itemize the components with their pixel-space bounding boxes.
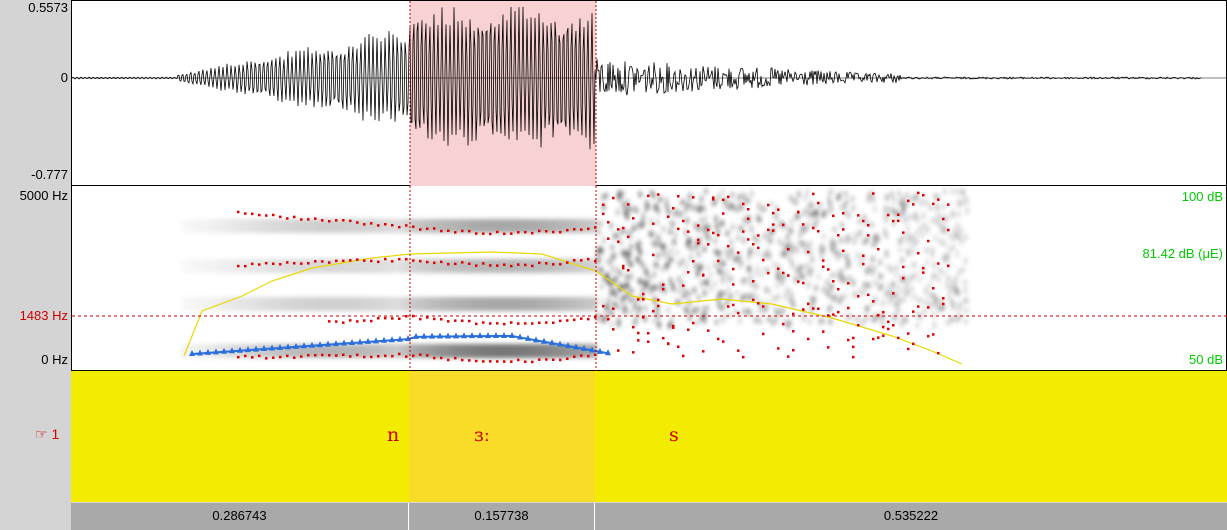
spectrogram-top-frequency-label: 5000 Hz (19, 188, 68, 203)
duration-segment-3[interactable]: 0.535222 (595, 505, 1227, 527)
intensity-top-label: 100 dB (1181, 189, 1223, 204)
waveform-max-label: 0.5573 (28, 0, 68, 15)
spectrogram-bottom-frequency-label: 0 Hz (41, 352, 68, 367)
tier-name-label[interactable]: ☞ 1 (35, 426, 59, 443)
intensity-mid-label: 81.42 dB (μE) (1142, 246, 1223, 261)
duration-segment-2[interactable]: 0.157738 (409, 505, 594, 527)
intensity-bottom-label: 50 dB (1189, 352, 1223, 367)
interval-tier-panel[interactable]: n ɜː s (71, 371, 1227, 502)
interval-label-er[interactable]: ɜː (474, 424, 490, 446)
interval-label-s[interactable]: s (669, 424, 679, 446)
duration-segment-1[interactable]: 0.286743 (71, 505, 408, 527)
spectrogram-plot (72, 186, 1227, 371)
waveform-zero-label: 0 (60, 70, 68, 85)
interval-label-n[interactable]: n (387, 424, 399, 446)
selected-interval-highlight[interactable] (409, 371, 595, 502)
spectrogram-energy (182, 188, 969, 358)
spectrogram-panel[interactable] (71, 186, 1227, 371)
spectrogram-cursor-frequency-label: 1483 Hz (19, 308, 68, 323)
waveform-panel[interactable] (71, 0, 1227, 187)
waveform-plot (72, 1, 1227, 187)
pitch-point (509, 332, 515, 338)
waveform-min-label: -0.777 (31, 167, 68, 182)
